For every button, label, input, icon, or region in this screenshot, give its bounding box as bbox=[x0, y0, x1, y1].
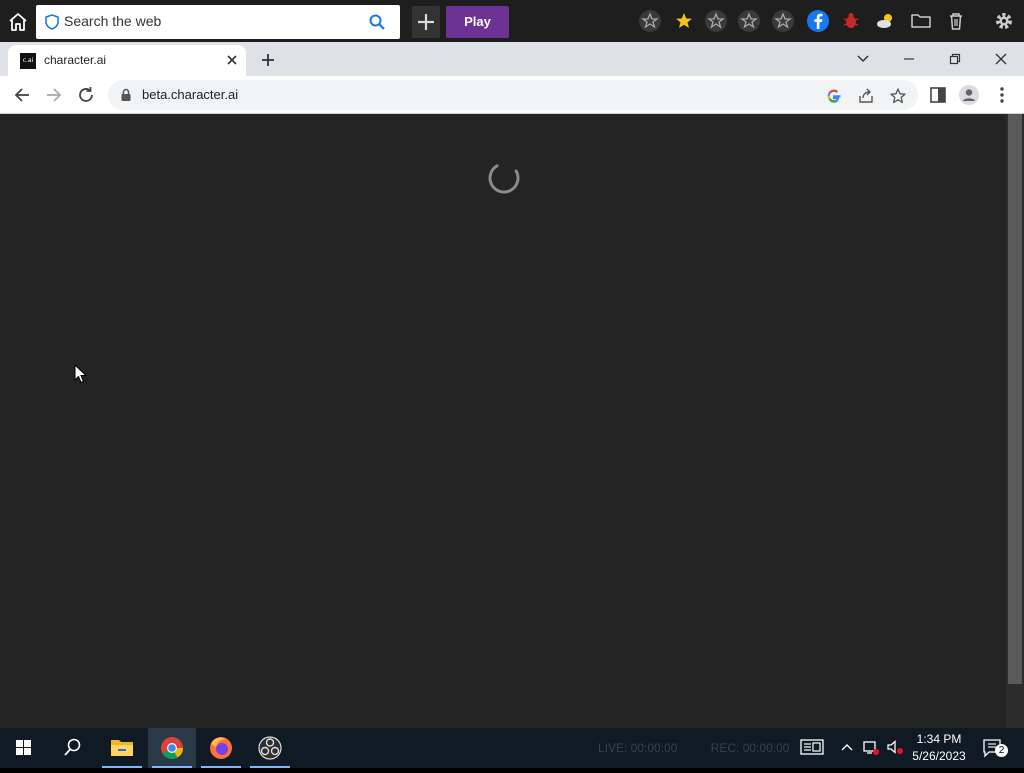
news-widget-icon[interactable] bbox=[800, 738, 824, 756]
address-bar[interactable]: beta.character.ai bbox=[108, 80, 918, 110]
url-text: beta.character.ai bbox=[142, 87, 239, 102]
tab-title: character.ai bbox=[44, 53, 107, 67]
scrollbar-thumb[interactable] bbox=[1008, 114, 1022, 684]
share-icon[interactable] bbox=[857, 87, 875, 105]
tab-search-chevron-icon[interactable] bbox=[851, 48, 875, 70]
action-center-button[interactable]: 2 bbox=[980, 736, 1008, 760]
folder-icon[interactable] bbox=[909, 9, 933, 33]
windows-logo-icon bbox=[16, 740, 31, 755]
obs-icon bbox=[258, 736, 282, 760]
system-clock[interactable]: 1:34 PM 5/26/2023 bbox=[906, 731, 972, 765]
star-outline-icon[interactable] bbox=[638, 9, 662, 33]
close-tab-icon[interactable] bbox=[224, 52, 240, 68]
network-icon[interactable] bbox=[862, 738, 880, 756]
character-ai-favicon: c.ai bbox=[20, 53, 36, 69]
windows-taskbar: LIVE: 00:00:00 REC: 00:00:00 1:34 PM 5/2… bbox=[0, 728, 1024, 768]
volume-muted-icon[interactable] bbox=[886, 738, 904, 756]
start-button[interactable] bbox=[0, 728, 48, 768]
obs-live-status: LIVE: 00:00:00 bbox=[598, 741, 678, 755]
tab-character-ai[interactable]: c.ai character.ai bbox=[8, 45, 246, 76]
back-arrow-icon[interactable] bbox=[11, 84, 33, 106]
trash-icon[interactable] bbox=[944, 9, 968, 33]
obs-rec-status: REC: 00:00:00 bbox=[710, 741, 790, 755]
shield-icon bbox=[45, 14, 59, 30]
close-window-icon[interactable] bbox=[989, 48, 1013, 70]
address-toolbar: beta.character.ai bbox=[0, 76, 1024, 114]
chrome-icon bbox=[161, 737, 183, 759]
search-icon bbox=[64, 738, 81, 756]
lock-icon[interactable] bbox=[120, 88, 132, 102]
page-content bbox=[0, 114, 1006, 728]
search-placeholder: Search the web bbox=[64, 13, 162, 29]
firefox-icon bbox=[210, 737, 232, 759]
extension-toolbar: Search the web Play bbox=[0, 0, 1024, 42]
more-menu-icon[interactable] bbox=[991, 84, 1013, 106]
star-outline-icon[interactable] bbox=[704, 9, 728, 33]
mouse-cursor-icon bbox=[74, 364, 88, 384]
taskbar-search-button[interactable] bbox=[48, 728, 96, 768]
bookmark-star-icon[interactable] bbox=[889, 87, 907, 105]
obs-status-overlay: LIVE: 00:00:00 REC: 00:00:00 bbox=[598, 741, 789, 755]
obs-taskbar-button[interactable] bbox=[246, 728, 294, 768]
facebook-icon[interactable] bbox=[806, 9, 830, 33]
tab-strip: c.ai character.ai bbox=[0, 42, 1024, 76]
plus-icon bbox=[418, 14, 434, 30]
add-button[interactable] bbox=[412, 6, 440, 38]
side-panel-icon[interactable] bbox=[927, 84, 949, 106]
reload-icon[interactable] bbox=[75, 84, 97, 106]
file-explorer-icon bbox=[111, 740, 133, 756]
clock-date: 5/26/2023 bbox=[912, 749, 966, 763]
chrome-taskbar-button[interactable] bbox=[148, 728, 196, 768]
file-explorer-button[interactable] bbox=[98, 728, 146, 768]
google-icon[interactable] bbox=[825, 87, 843, 105]
notification-count-badge: 2 bbox=[995, 744, 1008, 757]
search-icon[interactable] bbox=[368, 13, 386, 31]
restore-icon[interactable] bbox=[943, 48, 967, 70]
new-tab-icon[interactable] bbox=[258, 50, 278, 70]
web-search-box[interactable]: Search the web bbox=[36, 5, 400, 39]
weather-icon[interactable] bbox=[874, 9, 898, 33]
firefox-taskbar-button[interactable] bbox=[197, 728, 245, 768]
forward-arrow-icon[interactable] bbox=[43, 84, 65, 106]
star-outline-icon[interactable] bbox=[771, 9, 795, 33]
play-button[interactable]: Play bbox=[446, 6, 509, 38]
gear-icon[interactable] bbox=[992, 9, 1016, 33]
show-hidden-icons-chevron-icon[interactable] bbox=[838, 738, 856, 756]
home-icon[interactable] bbox=[6, 10, 30, 34]
loading-spinner-icon bbox=[488, 162, 520, 194]
clock-time: 1:34 PM bbox=[916, 732, 962, 746]
minimize-icon[interactable] bbox=[897, 48, 921, 70]
profile-avatar-icon[interactable] bbox=[958, 84, 980, 106]
bug-icon[interactable] bbox=[839, 9, 863, 33]
star-outline-icon[interactable] bbox=[737, 9, 761, 33]
star-filled-icon[interactable] bbox=[672, 9, 696, 33]
